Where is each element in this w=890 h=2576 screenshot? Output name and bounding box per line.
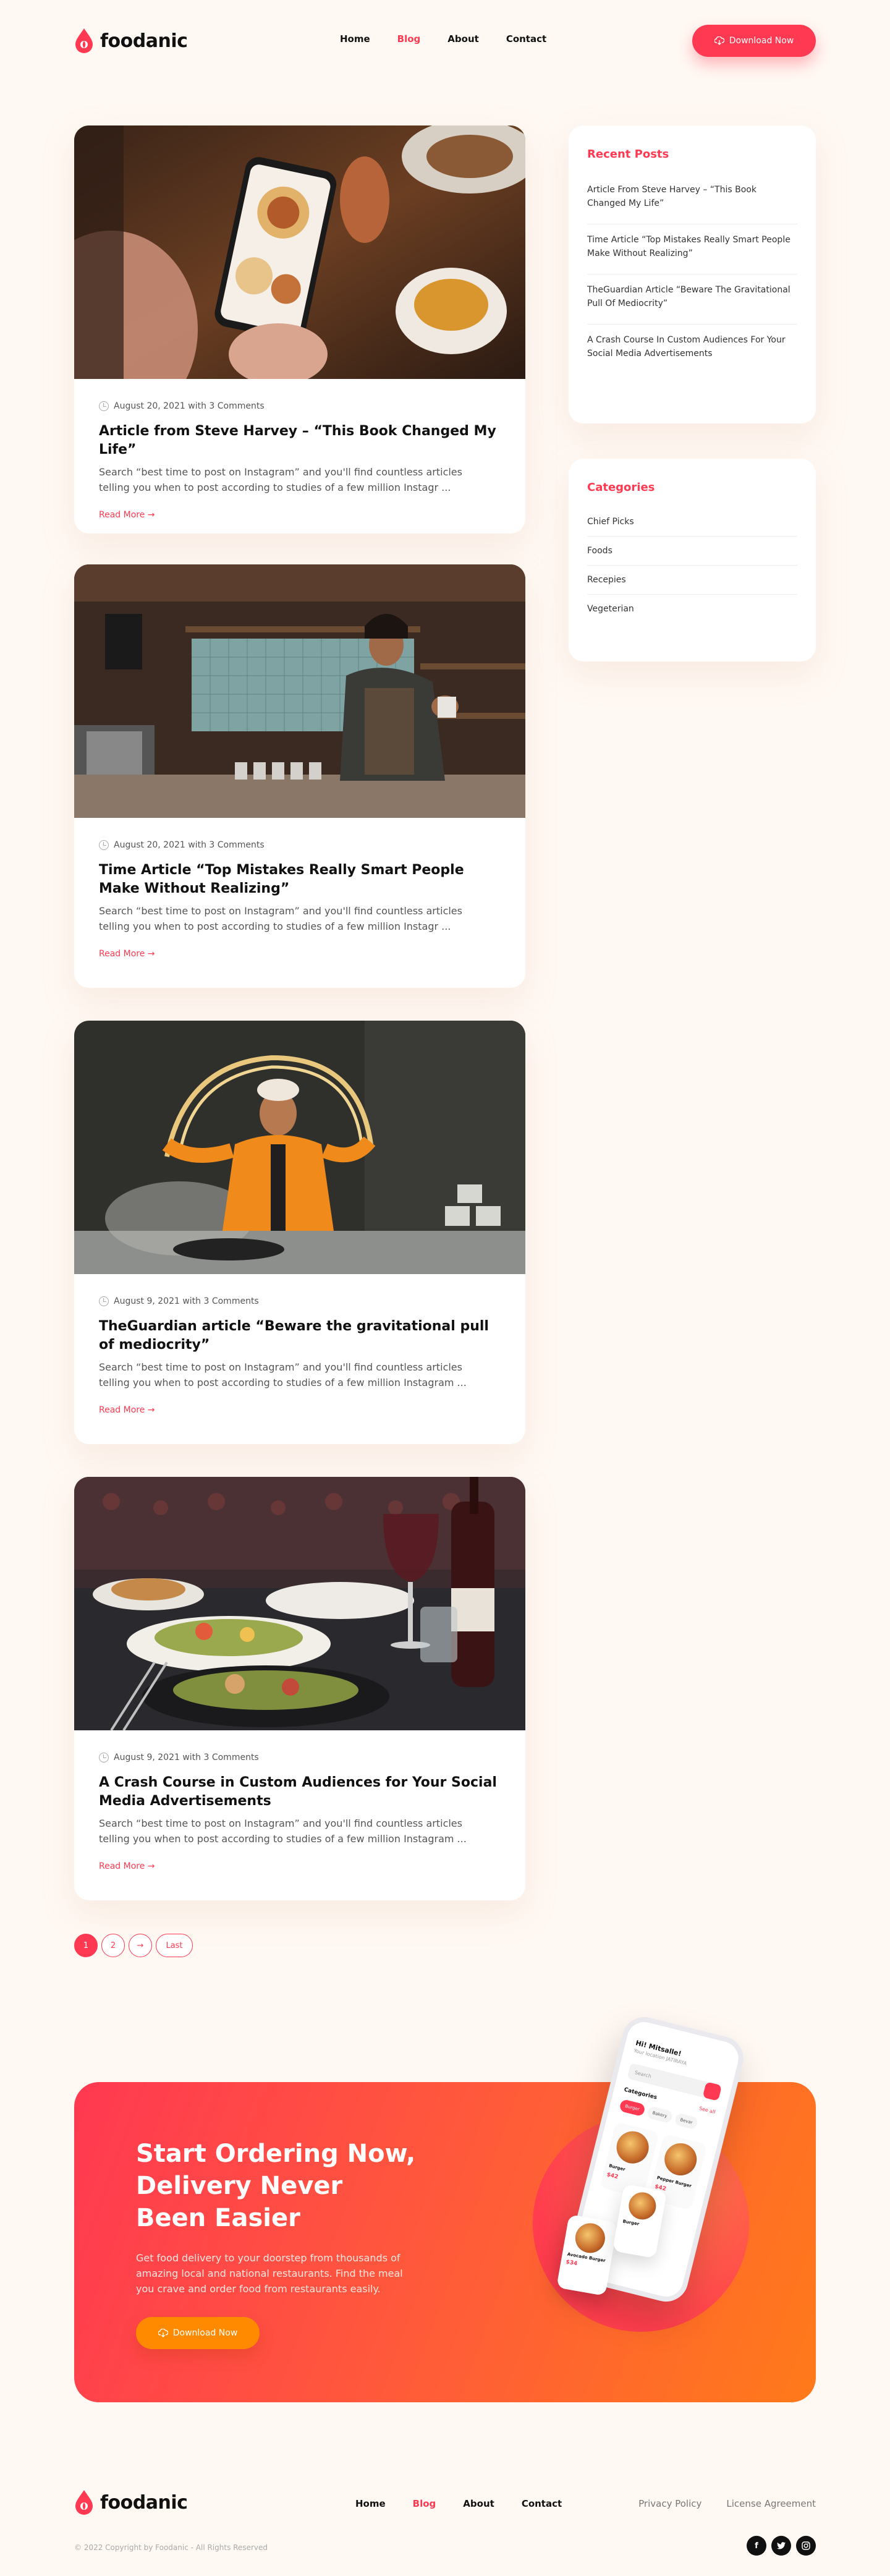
pizza-image [626, 2190, 658, 2222]
nav-home[interactable]: Home [340, 33, 370, 45]
post-meta: August 20, 2021 with 3 Comments [99, 840, 501, 850]
recent-post-link[interactable]: TheGuardian Article “Beware The Gravitat… [587, 274, 797, 325]
category-link[interactable]: Vegeterian [587, 595, 797, 623]
cloud-download-icon [158, 2329, 168, 2337]
post-image-phone-food[interactable] [74, 125, 525, 379]
page-1-button[interactable]: 1 [74, 1934, 98, 1957]
read-more-link[interactable]: Read More → [99, 1861, 155, 1871]
cta-banner: Start Ordering Now, Delivery Never Been … [74, 2012, 816, 2402]
post-image-barista[interactable] [74, 564, 525, 818]
footer-logo[interactable]: foodanic [74, 2489, 188, 2516]
copyright: © 2022 Copyright by Foodanic - All Right… [74, 2543, 268, 2552]
post-card: August 9, 2021 with 3 Comments TheGuardi… [74, 1021, 525, 1444]
post-image-noodle-chef[interactable] [74, 1021, 525, 1274]
post-meta: August 9, 2021 with 3 Comments [99, 1296, 501, 1306]
post-title[interactable]: Article from Steve Harvey – “This Book C… [99, 422, 501, 459]
category-link[interactable]: Chief Picks [587, 508, 797, 537]
last-page-button[interactable]: Last [156, 1934, 193, 1957]
post-date: August 20, 2021 with 3 Comments [114, 840, 265, 850]
read-more-link[interactable]: Read More → [99, 510, 155, 520]
post-title[interactable]: A Crash Course in Custom Audiences for Y… [99, 1774, 501, 1811]
license-agreement-link[interactable]: License Agreement [726, 2498, 816, 2509]
footer-legal-links: Privacy Policy License Agreement [638, 2498, 816, 2509]
phone-chip: Burger [619, 2099, 646, 2117]
cta-download-label: Download Now [172, 2328, 238, 2338]
filter-icon [702, 2081, 723, 2101]
post-meta: August 20, 2021 with 3 Comments [99, 401, 501, 411]
phone-see-all: See all [698, 2105, 716, 2115]
cta-download-button[interactable]: Download Now [136, 2317, 260, 2349]
recent-posts-widget: Recent Posts Article From Steve Harvey –… [569, 125, 816, 423]
social-links: f [747, 2536, 816, 2556]
pagination: 1 2 → Last [74, 1934, 193, 1957]
next-page-button[interactable]: → [129, 1934, 152, 1957]
logo-text: foodanic [100, 30, 188, 52]
post-excerpt: Search “best time to post on Instagram” … [99, 1817, 467, 1845]
clock-icon [99, 1296, 109, 1306]
post-meta: August 9, 2021 with 3 Comments [99, 1753, 501, 1762]
logo[interactable]: foodanic [74, 27, 188, 54]
post-date: August 20, 2021 with 3 Comments [114, 401, 265, 411]
recent-posts-title: Recent Posts [587, 148, 669, 161]
privacy-policy-link[interactable]: Privacy Policy [638, 2498, 701, 2509]
post-title[interactable]: TheGuardian article “Beware the gravitat… [99, 1317, 501, 1354]
clock-icon [99, 401, 109, 411]
cta-text: Get food delivery to your doorstep from … [136, 2252, 403, 2295]
burger-image [661, 2140, 700, 2179]
nav-blog[interactable]: Blog [397, 33, 421, 45]
footer-logo-text: foodanic [100, 2491, 188, 2514]
nav-about[interactable]: About [447, 33, 479, 45]
facebook-icon[interactable]: f [747, 2536, 766, 2556]
footer-nav-about[interactable]: About [463, 2498, 494, 2509]
cloud-download-icon [714, 36, 724, 45]
page-2-button[interactable]: 2 [101, 1934, 125, 1957]
footer-nav: Home Blog About Contact [355, 2498, 562, 2509]
logo-drop-icon [75, 2490, 93, 2515]
post-excerpt: Search “best time to post on Instagram” … [99, 1361, 467, 1388]
category-link[interactable]: Foods [587, 537, 797, 566]
post-date: August 9, 2021 with 3 Comments [114, 1296, 259, 1306]
post-excerpt: Search “best time to post on Instagram” … [99, 466, 462, 493]
post-excerpt: Search “best time to post on Instagram” … [99, 905, 462, 932]
post-title[interactable]: Time Article “Top Mistakes Really Smart … [99, 861, 501, 898]
instagram-icon[interactable] [796, 2536, 816, 2556]
nav-contact[interactable]: Contact [506, 33, 546, 45]
clock-icon [99, 1753, 109, 1762]
cta-title: Start Ordering Now, Delivery Never Been … [136, 2140, 416, 2232]
read-more-link[interactable]: Read More → [99, 1405, 155, 1415]
read-more-link[interactable]: Read More → [99, 949, 155, 959]
logo-drop-icon [75, 28, 93, 53]
categories-title: Categories [587, 481, 655, 494]
main-nav: Home Blog About Contact [340, 33, 546, 45]
clock-icon [99, 840, 109, 850]
floating-food-name: Burger [622, 2219, 640, 2227]
footer-nav-contact[interactable]: Contact [522, 2498, 562, 2509]
phone-chip: Bakery [646, 2106, 674, 2124]
footer-nav-home[interactable]: Home [355, 2498, 386, 2509]
post-card: August 20, 2021 with 3 Comments Time Art… [74, 564, 525, 988]
twitter-icon[interactable] [771, 2536, 791, 2556]
recent-post-link[interactable]: A Crash Course In Custom Audiences For Y… [587, 325, 797, 374]
post-card: August 20, 2021 with 3 Comments Article … [74, 125, 525, 533]
recent-post-link[interactable]: Time Article “Top Mistakes Really Smart … [587, 224, 797, 274]
burger-image [573, 2221, 608, 2256]
post-date: August 9, 2021 with 3 Comments [114, 1753, 259, 1762]
category-link[interactable]: Recepies [587, 566, 797, 595]
download-now-button[interactable]: Download Now [692, 25, 816, 57]
phone-search-label: Search [634, 2069, 652, 2079]
post-image-dining-table[interactable] [74, 1477, 525, 1730]
footer-nav-blog[interactable]: Blog [413, 2498, 436, 2509]
post-card: August 9, 2021 with 3 Comments A Crash C… [74, 1477, 525, 1900]
categories-widget: Categories Chief Picks Foods Recepies Ve… [569, 459, 816, 661]
phone-categories-label: Categories [623, 2086, 658, 2101]
site-header: foodanic Home Blog About Contact Downloa… [74, 25, 816, 57]
burger-image [613, 2128, 653, 2167]
phone-chip: Bevar [674, 2112, 699, 2130]
download-now-label: Download Now [729, 36, 794, 46]
recent-post-link[interactable]: Article From Steve Harvey – “This Book C… [587, 174, 797, 224]
